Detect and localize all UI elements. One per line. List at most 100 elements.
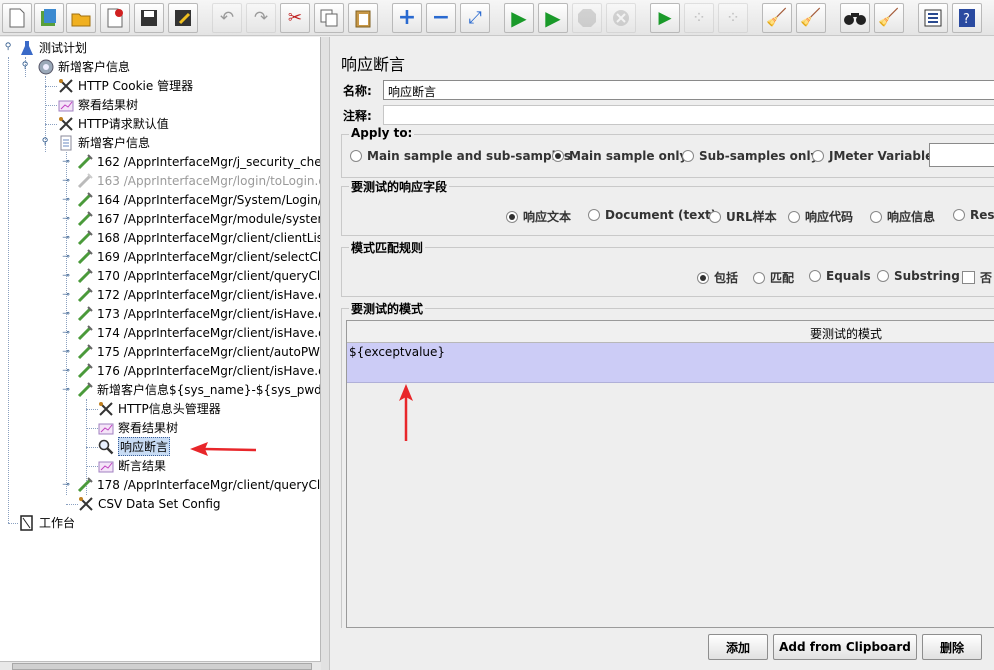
- patterns-table[interactable]: 要测试的模式 ${exceptvalue}: [346, 320, 994, 628]
- templates-icon[interactable]: [34, 3, 64, 33]
- radio-response-message[interactable]: 响应信息: [870, 208, 935, 225]
- tree-node-sampler[interactable]: ⊸ 新增客户信息${sys_name}-${sys_pwd}-: [62, 380, 321, 399]
- radio-equals[interactable]: Equals: [809, 269, 871, 283]
- clear-all-icon[interactable]: 🧹: [796, 3, 826, 33]
- listener-icon: [97, 419, 115, 437]
- name-row: 名称: 响应断言: [341, 79, 994, 101]
- paste-icon[interactable]: [348, 3, 378, 33]
- radio-url-sample[interactable]: URL样本: [709, 208, 777, 225]
- save-as-icon[interactable]: [168, 3, 198, 33]
- tree-node-sampler[interactable]: ⊸175 /ApprInterfaceMgr/client/autoPWD.do: [62, 342, 320, 361]
- tree-node-sampler[interactable]: ⊸170 /ApprInterfaceMgr/client/queryClien…: [62, 266, 320, 285]
- tree-node-sampler[interactable]: ⊸ 169 /ApprInterfaceMgr/client/selectClie…: [62, 247, 320, 266]
- tree-node-http-defaults[interactable]: HTTP请求默认值: [57, 114, 169, 133]
- copy-icon[interactable]: [314, 3, 344, 33]
- tree-node-label: 176 /ApprInterfaceMgr/client/isHave.do: [97, 363, 321, 378]
- jmeter-variable-input[interactable]: [929, 143, 994, 167]
- radio-response-text[interactable]: 响应文本: [506, 208, 571, 225]
- shutdown-icon[interactable]: [606, 3, 636, 33]
- response-field-group: 要测试的响应字段 响应文本 Document (text) URL样本 响应代码…: [341, 178, 994, 236]
- radio-document-text[interactable]: Document (text): [588, 208, 716, 222]
- radio-main-only[interactable]: Main sample only: [552, 149, 687, 163]
- function-helper-icon[interactable]: [918, 3, 948, 33]
- tree-node-label: 162 /ApprInterfaceMgr/j_security_check: [97, 154, 321, 169]
- expand-icon[interactable]: +: [392, 3, 422, 33]
- expand-handle[interactable]: ⚲: [21, 62, 29, 71]
- tree-node-view-results-tree[interactable]: 察看结果树: [57, 95, 138, 114]
- name-field[interactable]: 响应断言: [383, 80, 994, 100]
- test-plan-tree[interactable]: ⚲ ⚲ ⚲ 测试计划 新增客户信息 HTTP Cookie 管理器 察看结果树 …: [0, 37, 321, 664]
- remote-start-icon[interactable]: ▶: [650, 3, 680, 33]
- cut-icon[interactable]: ✂: [280, 3, 310, 33]
- tree-node-label: 新增客户信息${sys_name}-${sys_pwd}-: [97, 383, 321, 397]
- toggle-icon[interactable]: ⤢: [460, 3, 490, 33]
- split-pane-divider[interactable]: [321, 37, 330, 670]
- delete-button[interactable]: 删除: [922, 634, 982, 660]
- undo-icon[interactable]: ↶: [212, 3, 242, 33]
- radio-substring[interactable]: Substring: [877, 269, 960, 283]
- tree-node-sampler[interactable]: ⊸178 /ApprInterfaceMgr/client/queryClien…: [62, 475, 320, 494]
- radio-jmeter-variable[interactable]: JMeter Variable: [812, 149, 933, 163]
- annotation-arrow: [190, 442, 257, 456]
- radio-response-headers[interactable]: Resp: [953, 208, 994, 222]
- tree-node-header-manager[interactable]: HTTP信息头管理器: [97, 399, 221, 418]
- config-element-icon: [57, 77, 75, 95]
- start-no-pause-icon[interactable]: ▶: [538, 3, 568, 33]
- config-element-icon: [57, 115, 75, 133]
- tree-node-view-results-tree[interactable]: 察看结果树: [97, 418, 178, 437]
- tree-node-sampler[interactable]: ⊸164 /ApprInterfaceMgr/System/Login/hom: [62, 190, 321, 209]
- search-icon[interactable]: [840, 3, 870, 33]
- sampler-icon: [76, 191, 94, 209]
- tree-node-workbench[interactable]: 工作台: [18, 513, 75, 532]
- tree-node-sampler[interactable]: ⊸ 163 /ApprInterfaceMgr/login/toLogin.do: [62, 171, 320, 190]
- expand-handle[interactable]: ⚲: [4, 43, 12, 52]
- table-row[interactable]: ${exceptvalue}: [347, 343, 994, 383]
- annotation-arrow: [399, 384, 413, 441]
- clear-icon[interactable]: 🧹: [762, 3, 792, 33]
- config-element-icon: [97, 400, 115, 418]
- close-icon[interactable]: [100, 3, 130, 33]
- pattern-cell[interactable]: ${exceptvalue}: [349, 345, 445, 359]
- scrollbar-thumb[interactable]: [12, 663, 312, 670]
- open-icon[interactable]: [66, 3, 96, 33]
- remote-shutdown-icon[interactable]: ⁘: [718, 3, 748, 33]
- tree-node-sampler[interactable]: ⊸ 173 /ApprInterfaceMgr/client/isHave.do: [62, 304, 320, 323]
- add-button[interactable]: 添加: [708, 634, 768, 660]
- comment-field[interactable]: [383, 105, 994, 125]
- help-icon[interactable]: ?: [952, 3, 982, 33]
- tree-node-response-assertion[interactable]: 响应断言: [97, 437, 171, 456]
- collapse-icon[interactable]: −: [426, 3, 456, 33]
- remote-stop-icon[interactable]: ⁘: [684, 3, 714, 33]
- tree-node-sampler[interactable]: ⊸ 162 /ApprInterfaceMgr/j_security_check: [62, 152, 321, 171]
- redo-icon[interactable]: ↷: [246, 3, 276, 33]
- tree-node-sampler[interactable]: ⊸ 174 /ApprInterfaceMgr/client/isHave.do: [62, 323, 320, 342]
- radio-response-code[interactable]: 响应代码: [788, 208, 853, 225]
- add-from-clipboard-button[interactable]: Add from Clipboard: [773, 634, 917, 660]
- tree-node-csv-data-set[interactable]: CSV Data Set Config: [77, 494, 221, 513]
- tree-node-sampler[interactable]: ⊸ 176 /ApprInterfaceMgr/client/isHave.do: [62, 361, 321, 380]
- reset-search-icon[interactable]: 🧹: [874, 3, 904, 33]
- tree-node-sampler[interactable]: ⊸168 /ApprInterfaceMgr/client/clientList…: [62, 228, 320, 247]
- tree-node-thread-group[interactable]: 新增客户信息: [37, 57, 130, 76]
- pattern-rules-group: 模式匹配规则 包括 匹配 Equals Substring 否: [341, 239, 994, 297]
- expand-handle[interactable]: ⚲: [41, 138, 49, 147]
- new-icon[interactable]: [2, 3, 32, 33]
- tree-node-assertion-results[interactable]: 断言结果: [97, 456, 166, 475]
- tree-node-sampler[interactable]: ⊸ 167 /ApprInterfaceMgr/module/system/lo: [62, 209, 320, 228]
- tree-node-cookie-manager[interactable]: HTTP Cookie 管理器: [57, 76, 193, 95]
- not-checkbox[interactable]: 否: [962, 269, 992, 286]
- tree-node-sampler[interactable]: ⊸ 172 /ApprInterfaceMgr/client/isHave.do: [62, 285, 320, 304]
- radio-matches[interactable]: 匹配: [753, 269, 794, 286]
- tree-node-test-plan[interactable]: 测试计划: [18, 38, 87, 57]
- tree-node-transaction-controller[interactable]: 新增客户信息: [57, 133, 150, 152]
- tree-horizontal-scrollbar[interactable]: [0, 661, 321, 670]
- save-icon[interactable]: [134, 3, 164, 33]
- apply-to-title: Apply to:: [349, 126, 415, 140]
- tree-node-label: 168 /ApprInterfaceMgr/client/clientList.…: [97, 230, 320, 245]
- tree-node-label: 164 /ApprInterfaceMgr/System/Login/hom: [97, 192, 321, 207]
- start-icon[interactable]: ▶: [504, 3, 534, 33]
- radio-main-and-sub[interactable]: Main sample and sub-samples: [350, 149, 571, 163]
- stop-icon[interactable]: [572, 3, 602, 33]
- radio-sub-only[interactable]: Sub-samples only: [682, 149, 818, 163]
- radio-contains[interactable]: 包括: [697, 269, 738, 286]
